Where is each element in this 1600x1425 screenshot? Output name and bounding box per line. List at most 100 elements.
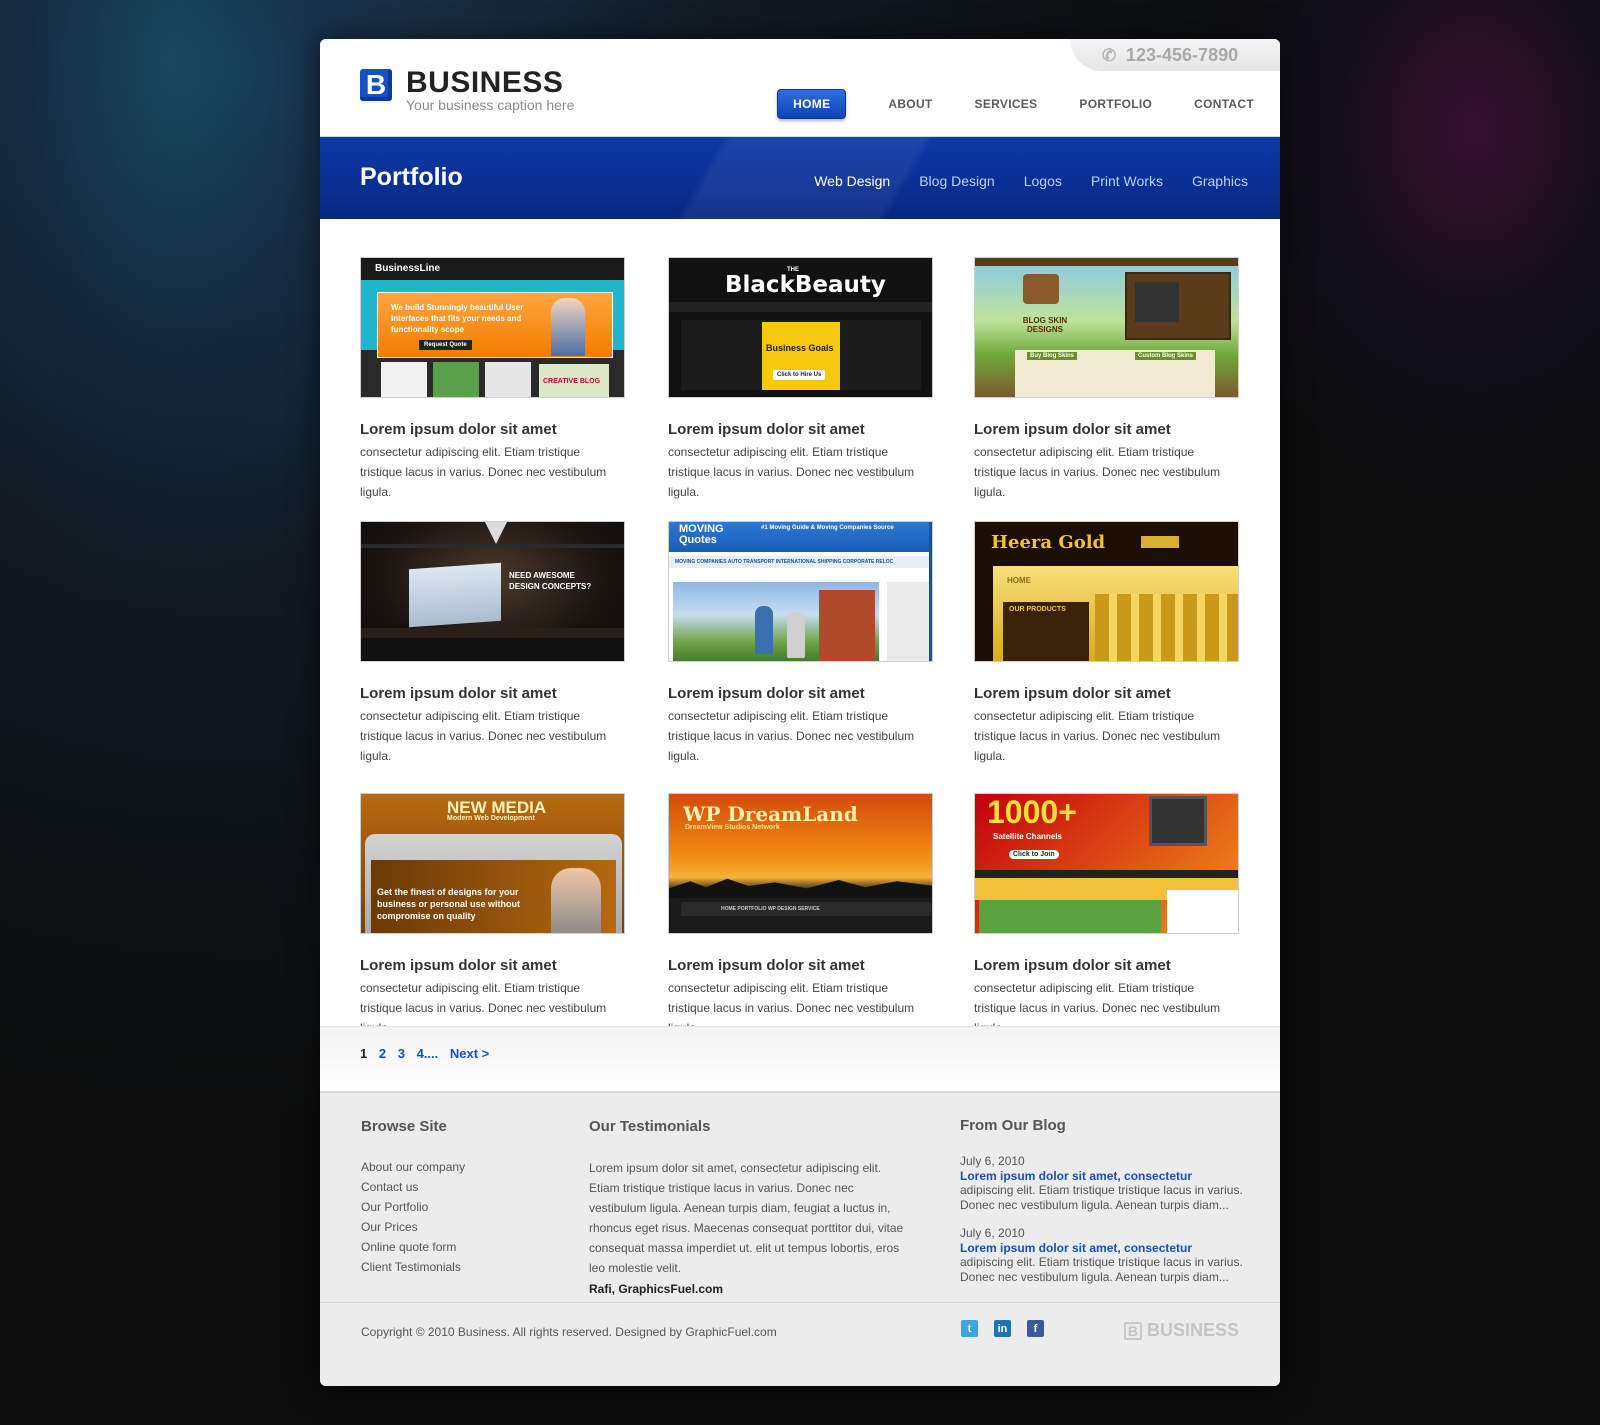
portfolio-item-title[interactable]: Lorem ipsum dolor sit amet — [360, 421, 625, 438]
thumb-subtitle: Buy Blog Skins — [1027, 352, 1078, 360]
nav-portfolio[interactable]: PORTFOLIO — [1079, 97, 1152, 111]
portfolio-item-title[interactable]: Lorem ipsum dolor sit amet — [668, 421, 933, 438]
phone-number: 123-456-7890 — [1126, 44, 1239, 65]
portfolio-item: BLOG SKIN DESIGNS Buy Blog Skins Custom … — [974, 257, 1239, 502]
portfolio-thumbnail[interactable]: WP DreamLand DreamView Studios Network H… — [668, 793, 933, 934]
portfolio-thumbnail[interactable]: BusinessLine We build Stunningly beautif… — [360, 257, 625, 398]
portfolio-item: Heera Gold HOME OUR PRODUCTS Lorem ipsum… — [974, 521, 1239, 766]
portfolio-item-title[interactable]: Lorem ipsum dolor sit amet — [974, 685, 1239, 702]
footer-link-about[interactable]: About our company — [361, 1157, 465, 1177]
page-title: Portfolio — [360, 163, 463, 191]
footer-logo-mark-icon: B — [1123, 1321, 1142, 1340]
portfolio-item-title[interactable]: Lorem ipsum dolor sit amet — [360, 957, 625, 974]
thumb-subtitle: Modern Web Development — [447, 815, 535, 822]
portfolio-thumbnail[interactable]: BLOG SKIN DESIGNS Buy Blog Skins Custom … — [974, 257, 1239, 398]
category-print-works[interactable]: Print Works — [1091, 173, 1163, 189]
footer-logo-name: BUSINESS — [1146, 1320, 1239, 1340]
testimonial-author: Rafi, GraphicsFuel.com — [589, 1282, 724, 1296]
portfolio-item-text: consectetur adipiscing elit. Etiam trist… — [360, 709, 607, 763]
linkedin-icon[interactable]: in — [994, 1320, 1011, 1337]
thumb-nav: MOVING COMPANIES AUTO TRANSPORT INTERNAT… — [669, 556, 932, 568]
page-link-2[interactable]: 2 — [379, 1046, 386, 1061]
thumb-subtitle: Business Goals — [766, 343, 834, 353]
thumb-brand: Heera Gold — [991, 532, 1106, 553]
next-page-link[interactable]: Next > — [450, 1046, 489, 1061]
page-link-3[interactable]: 3 — [398, 1046, 405, 1061]
page-banner: Portfolio Web Design Blog Design Logos P… — [320, 137, 1280, 219]
testimonials-heading: Our Testimonials — [589, 1118, 711, 1135]
twitter-icon[interactable]: t — [961, 1320, 978, 1337]
nav-about[interactable]: ABOUT — [888, 97, 932, 111]
pagination: 1 2 3 4.... Next > — [320, 1026, 1280, 1091]
portfolio-thumbnail[interactable]: THE BlackBeauty Business Goals Click to … — [668, 257, 933, 398]
page-link-1[interactable]: 1 — [360, 1046, 367, 1061]
portfolio-thumbnail[interactable]: MOVING Quotes #1 Moving Guide & Moving C… — [668, 521, 933, 662]
category-logos[interactable]: Logos — [1024, 173, 1062, 189]
portfolio-item-title[interactable]: Lorem ipsum dolor sit amet — [974, 957, 1239, 974]
thumb-brand: BlackBeauty — [725, 272, 886, 298]
logo[interactable]: B BUSINESS Your business caption here — [360, 66, 575, 113]
page: B BUSINESS Your business caption here ✆ … — [320, 39, 1280, 1386]
social-links: t in f — [961, 1320, 1060, 1337]
footer: Browse Site About our company Contact us… — [320, 1091, 1280, 1386]
portfolio-thumbnail[interactable]: NEW MEDIA Modern Web Development Get the… — [360, 793, 625, 934]
blog-section: From Our Blog July 6, 2010 Lorem ipsum d… — [960, 1117, 1250, 1284]
facebook-icon[interactable]: f — [1027, 1320, 1044, 1337]
thumb-headline: We build Stunningly beautiful User Inter… — [391, 303, 524, 334]
portfolio-thumbnail[interactable]: 1000+ Satellite Channels Click to Join — [974, 793, 1239, 934]
brand-name: BUSINESS — [406, 66, 564, 99]
blog-post-title[interactable]: Lorem ipsum dolor sit amet, consectetur — [960, 1169, 1250, 1184]
portfolio-category-nav: Web Design Blog Design Logos Print Works… — [785, 173, 1248, 189]
thumb-subtitle: Satellite Channels — [993, 832, 1062, 841]
footer-link-contact[interactable]: Contact us — [361, 1177, 465, 1197]
thumb-brand: MOVING Quotes — [679, 523, 724, 546]
thumb-headline: NEED AWESOME DESIGN CONCEPTS? — [509, 571, 592, 591]
thumb-nav: HOME PORTFOLIO WP DESIGN SERVICE — [681, 902, 931, 916]
blog-post: July 6, 2010 Lorem ipsum dolor sit amet,… — [960, 1226, 1250, 1284]
portfolio-item-text: consectetur adipiscing elit. Etiam trist… — [668, 709, 915, 763]
category-blog-design[interactable]: Blog Design — [919, 173, 995, 189]
portfolio-item-title[interactable]: Lorem ipsum dolor sit amet — [360, 685, 625, 702]
blog-post: July 6, 2010 Lorem ipsum dolor sit amet,… — [960, 1154, 1250, 1212]
browse-site-heading: Browse Site — [361, 1118, 447, 1135]
blog-post-date: July 6, 2010 — [960, 1154, 1025, 1168]
thumb-brand: BusinessLine — [375, 263, 441, 274]
portfolio-item-title[interactable]: Lorem ipsum dolor sit amet — [974, 421, 1239, 438]
portfolio-thumbnail[interactable]: Heera Gold HOME OUR PRODUCTS — [974, 521, 1239, 662]
nav-contact[interactable]: CONTACT — [1194, 97, 1254, 111]
footer-link-testimonials[interactable]: Client Testimonials — [361, 1257, 465, 1277]
thumb-button: Request Quote — [419, 340, 472, 350]
testimonials-section: Our Testimonials Lorem ipsum dolor sit a… — [589, 1118, 909, 1299]
blog-post-date: July 6, 2010 — [960, 1226, 1025, 1240]
category-graphics[interactable]: Graphics — [1192, 173, 1248, 189]
portfolio-thumbnail[interactable]: NEED AWESOME DESIGN CONCEPTS? — [360, 521, 625, 662]
header: B BUSINESS Your business caption here ✆ … — [320, 39, 1280, 137]
footer-logo[interactable]: B BUSINESS — [1123, 1320, 1239, 1341]
thumb-tag: CREATIVE BLOG — [539, 364, 609, 397]
thumb-headline: Get the finest of designs for your busin… — [377, 887, 521, 921]
phone-tab: ✆ 123-456-7890 — [1070, 39, 1280, 71]
portfolio-item: NEED AWESOME DESIGN CONCEPTS? Lorem ipsu… — [360, 521, 625, 766]
thumb-brand: BLOG SKIN DESIGNS — [1022, 316, 1068, 334]
blog-post-title[interactable]: Lorem ipsum dolor sit amet, consectetur — [960, 1241, 1250, 1256]
blog-heading: From Our Blog — [960, 1117, 1066, 1134]
portfolio-item-text: consectetur adipiscing elit. Etiam trist… — [974, 709, 1221, 763]
brand-caption: Your business caption here — [406, 97, 575, 113]
nav-services[interactable]: SERVICES — [975, 97, 1038, 111]
footer-link-prices[interactable]: Our Prices — [361, 1217, 465, 1237]
category-web-design[interactable]: Web Design — [814, 173, 890, 189]
footer-link-quote[interactable]: Online quote form — [361, 1237, 465, 1257]
page-link-4[interactable]: 4.... — [417, 1046, 439, 1061]
portfolio-item-title[interactable]: Lorem ipsum dolor sit amet — [668, 685, 933, 702]
thumb-subtitle: #1 Moving Guide & Moving Companies Sourc… — [761, 525, 894, 531]
copyright: Copyright © 2010 Business. All rights re… — [361, 1325, 777, 1339]
main-nav: HOME ABOUT SERVICES PORTFOLIO CONTACT — [777, 89, 1254, 119]
nav-home[interactable]: HOME — [777, 89, 847, 119]
portfolio-item-text: consectetur adipiscing elit. Etiam trist… — [974, 445, 1221, 499]
thumb-subtitle: DreamView Studios Network — [685, 824, 780, 831]
thumb-button: Click to Join — [1009, 850, 1059, 859]
portfolio-item-title[interactable]: Lorem ipsum dolor sit amet — [668, 957, 933, 974]
portfolio-item-text: consectetur adipiscing elit. Etiam trist… — [668, 445, 915, 499]
footer-bottom: Copyright © 2010 Business. All rights re… — [320, 1302, 1280, 1386]
footer-link-portfolio[interactable]: Our Portfolio — [361, 1197, 465, 1217]
